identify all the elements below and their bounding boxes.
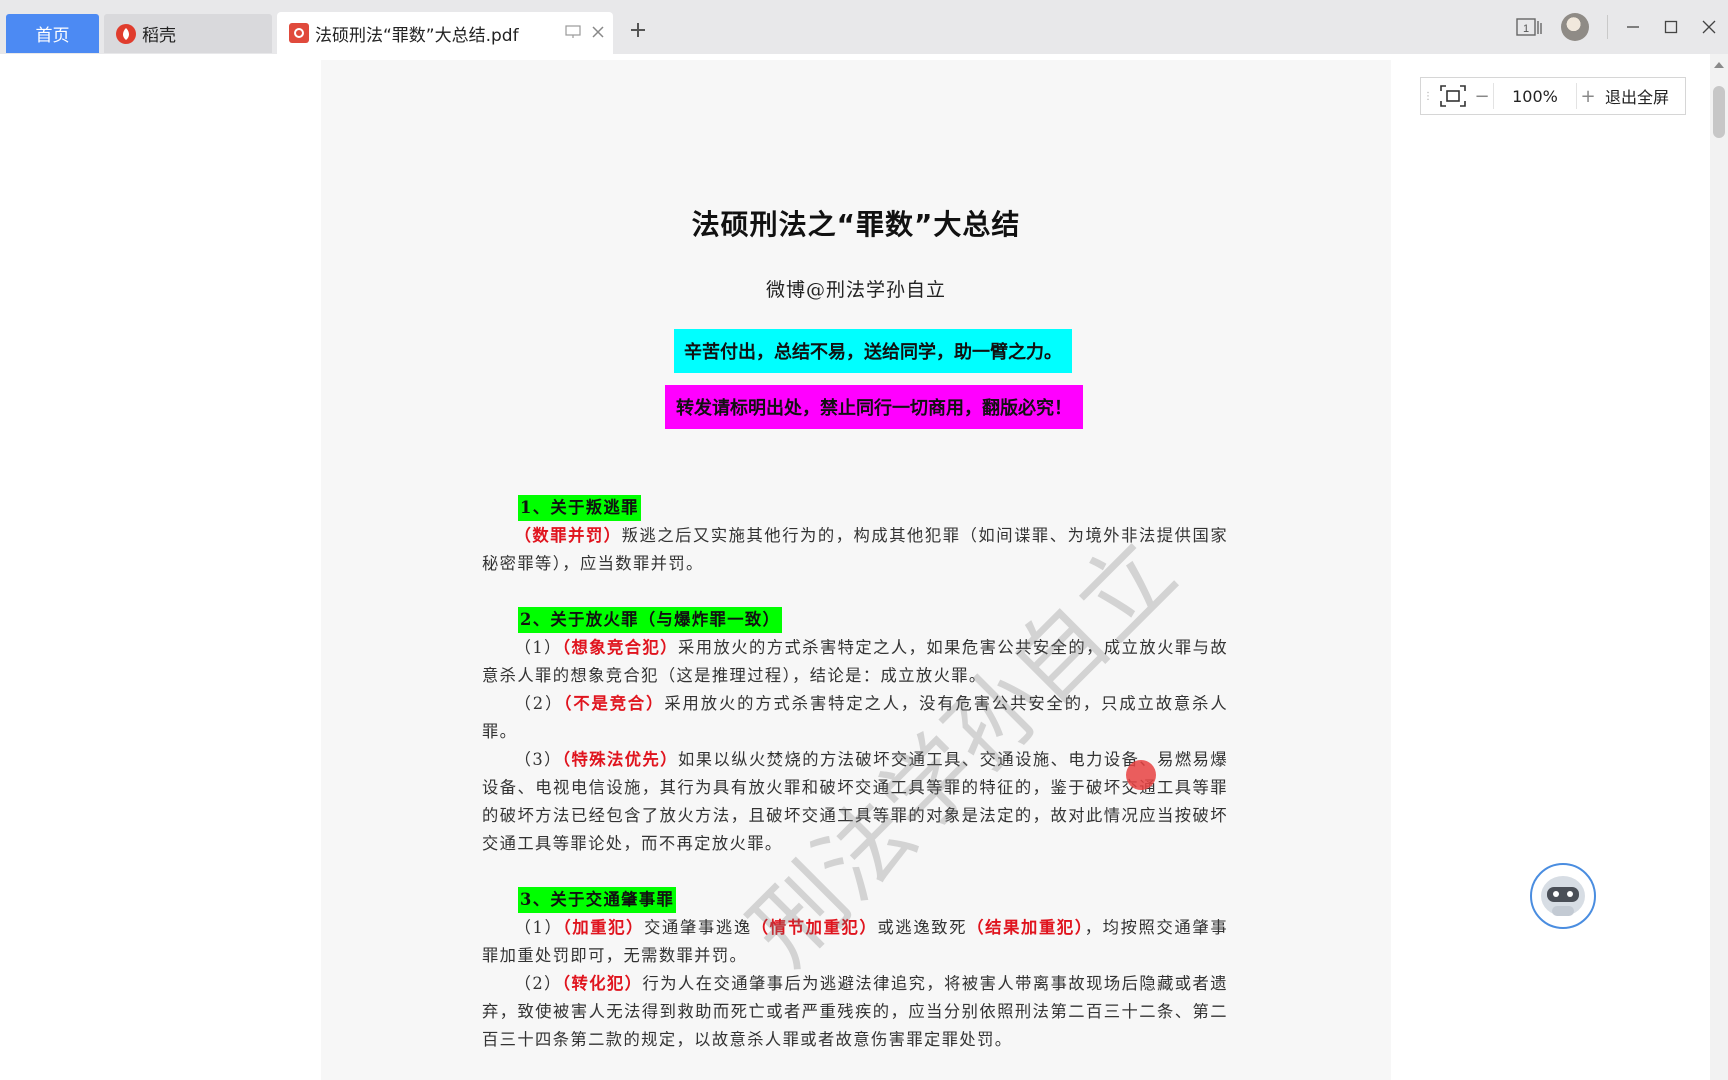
highlight-term: （加重犯） <box>562 918 645 937</box>
maximize-icon <box>1664 20 1678 34</box>
document-title: 法硕刑法之“罪数”大总结 <box>691 208 1021 241</box>
section-heading: 1、关于叛逃罪 <box>518 495 641 521</box>
scroll-up-arrow-icon[interactable] <box>1714 62 1724 68</box>
zoom-toolbar: ⋮ − 100% + 退出全屏 <box>1420 77 1686 115</box>
document-viewer[interactable]: 法硕刑法之“罪数”大总结 微博@刑法学孙自立 辛苦付出，总结不易，送给同学，助一… <box>0 54 1710 1080</box>
item-number: （2） <box>514 694 564 713</box>
plus-icon <box>631 23 645 37</box>
pdf-page: 法硕刑法之“罪数”大总结 微博@刑法学孙自立 辛苦付出，总结不易，送给同学，助一… <box>321 60 1391 1080</box>
user-avatar[interactable] <box>1561 13 1589 41</box>
scrollbar-thumb[interactable] <box>1713 86 1725 138</box>
divider <box>1607 15 1608 39</box>
daoke-logo-icon <box>116 23 136 44</box>
fit-page-icon <box>1440 85 1466 107</box>
tab-bar: 首页 稻壳 法硕刑法“罪数”大总结.pdf 1 <box>0 0 1728 54</box>
banner-copyright: 转发请标明出处，禁止同行一切商用，翻版必究！ <box>665 385 1083 429</box>
section-heading: 3、关于交通肇事罪 <box>518 887 677 913</box>
pointer-cursor-indicator <box>1126 760 1156 790</box>
item-number: （3） <box>514 750 562 769</box>
document-author: 微博@刑法学孙自立 <box>765 279 946 301</box>
section-desertion: 1、关于叛逃罪 （数罪并罚）叛逃之后又实施其他行为的，构成其他犯罪（如间谍罪、为… <box>482 494 1228 578</box>
zoom-in-button[interactable]: + <box>1577 78 1599 114</box>
tab-daoke[interactable]: 稻壳 <box>104 14 272 53</box>
paragraph: （2）（转化犯）行为人在交通肇事后为逃避法律追究，将被害人带离事故现场后隐藏或者… <box>482 970 1228 1054</box>
pdf-file-icon <box>289 23 309 43</box>
zoom-level-field[interactable]: 100% <box>1493 83 1577 109</box>
highlight-term: （结果加重犯） <box>967 918 1085 937</box>
item-number: （1） <box>514 918 563 937</box>
section-heading: 2、关于放火罪（与爆炸罪一致） <box>518 607 783 633</box>
pin-screen-icon[interactable] <box>565 24 581 44</box>
item-number: （2） <box>514 974 562 993</box>
tab-pdf-document[interactable]: 法硕刑法“罪数”大总结.pdf <box>277 12 613 54</box>
floating-assistant-button[interactable] <box>1530 863 1596 929</box>
fit-page-button[interactable] <box>1435 78 1471 114</box>
banner-thanks: 辛苦付出，总结不易，送给同学，助一臂之力。 <box>674 329 1072 373</box>
tab-home-label: 首页 <box>35 26 70 46</box>
section-traffic-accident: 3、关于交通肇事罪 （1）（加重犯）交通肇事逃逸（情节加重犯）或逃逸致死（结果加… <box>482 886 1228 1054</box>
minimize-button[interactable] <box>1614 0 1652 54</box>
paragraph: （2）（不是竞合）采用放火的方式杀害特定之人，没有危害公共安全的，只成立故意杀人… <box>482 690 1228 746</box>
item-number: （1） <box>514 638 562 657</box>
paragraph-text: 交通肇事逃逸 <box>644 918 752 937</box>
new-tab-button[interactable] <box>626 18 650 42</box>
close-icon <box>1702 20 1716 34</box>
window-controls: 1 <box>1511 0 1728 54</box>
section-arson: 2、关于放火罪（与爆炸罪一致） （1）（想象竞合犯）采用放火的方式杀害特定之人，… <box>482 606 1228 858</box>
drag-handle-icon[interactable]: ⋮ <box>1421 78 1435 114</box>
paragraph: （3）（特殊法优先）如果以纵火焚烧的方法破坏交通工具、交通设施、电力设备、易燃易… <box>482 746 1228 858</box>
paragraph: （1）（加重犯）交通肇事逃逸（情节加重犯）或逃逸致死（结果加重犯），均按照交通肇… <box>482 914 1228 970</box>
page-view-button[interactable]: 1 <box>1511 0 1549 54</box>
document-body: 1、关于叛逃罪 （数罪并罚）叛逃之后又实施其他行为的，构成其他犯罪（如间谍罪、为… <box>482 494 1228 1080</box>
robot-assistant-icon <box>1541 876 1585 916</box>
close-window-button[interactable] <box>1690 0 1728 54</box>
exit-fullscreen-button[interactable]: 退出全屏 <box>1605 84 1669 108</box>
zoom-out-button[interactable]: − <box>1471 78 1493 114</box>
minimize-icon <box>1627 26 1639 28</box>
highlight-term: （想象竞合犯） <box>561 638 678 657</box>
tab-pdf-label: 法硕刑法“罪数”大总结.pdf <box>315 25 519 46</box>
maximize-button[interactable] <box>1652 0 1690 54</box>
highlight-term: （特殊法优先） <box>561 750 678 769</box>
highlight-term: （不是竞合） <box>563 694 665 713</box>
paragraph: （数罪并罚）叛逃之后又实施其他行为的，构成其他犯罪（如间谍罪、为境外非法提供国家… <box>482 522 1228 578</box>
page-count-badge: 1 <box>1523 23 1529 35</box>
page-view-icon: 1 <box>1516 18 1542 36</box>
vertical-scrollbar[interactable] <box>1710 54 1728 1080</box>
tab-daoke-label: 稻壳 <box>142 26 176 46</box>
paragraph-text: 或逃逸致死 <box>877 918 968 937</box>
paragraph: （1）（想象竞合犯）采用放火的方式杀害特定之人，如果危害公共安全的，成立放火罪与… <box>482 634 1228 690</box>
highlight-term: （情节加重犯） <box>751 918 878 937</box>
tab-home[interactable]: 首页 <box>6 14 99 53</box>
close-tab-icon[interactable] <box>591 24 605 44</box>
highlight-term: （转化犯） <box>561 974 643 993</box>
highlight-term: （数罪并罚） <box>514 526 622 545</box>
